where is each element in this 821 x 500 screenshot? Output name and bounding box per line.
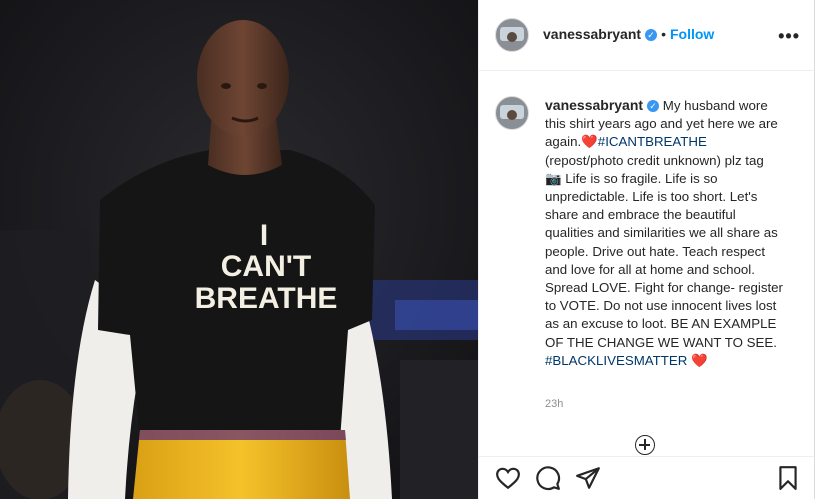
share-icon[interactable]	[575, 465, 601, 491]
avatar[interactable]	[495, 18, 529, 52]
shirt-text-line1: I	[260, 219, 268, 252]
heart-emoji: ❤️	[581, 134, 598, 150]
verified-icon: ✓	[645, 29, 658, 42]
follow-button[interactable]: Follow	[670, 26, 714, 42]
action-bar	[479, 456, 814, 500]
caption: vanessabryant ✓ My husband wore this shir…	[545, 96, 783, 370]
heart-icon[interactable]	[495, 465, 521, 491]
post-photo[interactable]: I CAN'T BREATHE	[0, 0, 478, 499]
caption-avatar[interactable]	[495, 96, 529, 130]
verified-icon: ✓	[647, 100, 660, 113]
camera-emoji: 📷	[545, 170, 562, 186]
timestamp[interactable]: 23h	[545, 398, 563, 410]
username-link[interactable]: vanessabryant	[543, 26, 641, 42]
caption-username[interactable]: vanessabryant	[545, 97, 643, 113]
more-icon[interactable]: •••	[778, 26, 800, 47]
post-panel: vanessabryant ✓ • Follow ••• vanessabryant ✓…	[478, 0, 815, 499]
bookmark-icon[interactable]	[775, 465, 801, 491]
hashtag-blacklivesmatter[interactable]: #BLACKLIVESMATTER	[545, 353, 687, 368]
shirt-text-line2: CAN'T	[221, 250, 311, 283]
post-header: vanessabryant ✓ • Follow •••	[479, 0, 814, 71]
separator: •	[661, 26, 666, 42]
hashtag-icantbreathe[interactable]: #ICANTBREATHE	[598, 134, 707, 149]
heart-emoji: ❤️	[691, 352, 708, 368]
caption-text-2: (repost/photo credit unknown) plz tag	[545, 152, 764, 168]
header-user: vanessabryant ✓ • Follow	[543, 26, 714, 42]
caption-text-3: Life is so fragile. Life is so unpredict…	[545, 170, 783, 350]
add-icon[interactable]	[635, 435, 655, 455]
photo-illustration: I CAN'T BREATHE	[0, 0, 478, 499]
comment-icon[interactable]	[535, 465, 561, 491]
shirt-text-line3: BREATHE	[195, 282, 338, 315]
